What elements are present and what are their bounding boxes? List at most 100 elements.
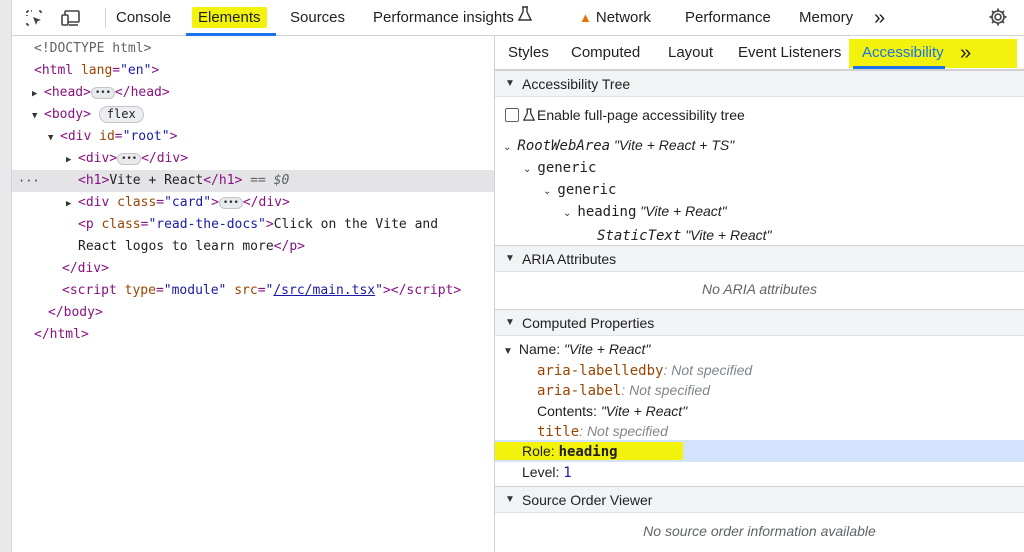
ax-role-heading: heading (577, 204, 637, 220)
more-sidebar-tabs-button[interactable]: » (960, 36, 971, 70)
settings-gear-icon[interactable] (988, 7, 1008, 27)
root-id-value: "root" (122, 129, 170, 144)
prop-contents-key: Contents (537, 403, 594, 419)
accessibility-tree-header[interactable]: ▼ Accessibility Tree (495, 70, 1024, 97)
role-row-selected[interactable]: Role: heading (495, 440, 1024, 462)
tab-accessibility[interactable]: Accessibility (862, 36, 944, 70)
tree-collapse-icon[interactable]: ⌄ (563, 208, 571, 219)
prop-aria-label-key: aria-label (537, 383, 622, 399)
dom-inner-div-node[interactable]: ▶ <div> ••• </div> (66, 148, 188, 170)
expand-triangle-icon[interactable]: ▶ (66, 193, 78, 215)
accessibility-tree-title: Accessibility Tree (522, 76, 631, 92)
tab-event-listeners[interactable]: Event Listeners (738, 36, 841, 70)
prop-title-value: Not specified (586, 423, 668, 439)
dom-h1-node-selected[interactable]: ··· <h1>Vite + React</h1> == $0 (12, 170, 494, 192)
prop-title-key: title (537, 424, 580, 440)
prop-aria-labelledby-key: aria-labelledby (537, 363, 664, 379)
p-text-line1: Click on the Vite and (273, 217, 439, 232)
ax-role-rootwebarea: RootWebArea (517, 138, 611, 154)
warning-icon: ▲ (579, 10, 592, 25)
dom-body-node[interactable]: ▼ <body> flex (32, 104, 144, 126)
selected-node-marker: == $0 (250, 173, 290, 188)
script-type-attr: type (124, 283, 156, 298)
collapsed-ellipsis-icon[interactable]: ••• (117, 152, 142, 165)
aria-attributes-title: ARIA Attributes (522, 251, 617, 267)
dom-html-close[interactable]: </html> (34, 324, 89, 346)
more-actions-dots-icon[interactable]: ··· (18, 170, 40, 192)
tab-performance-insights-label: Performance insights (373, 9, 514, 26)
device-toolbar-icon[interactable] (60, 8, 80, 28)
tab-performance[interactable]: Performance (685, 0, 771, 36)
section-collapse-icon: ▼ (505, 253, 515, 264)
tree-collapse-icon[interactable]: ▼ (503, 346, 513, 357)
no-aria-attributes-text: No ARIA attributes (702, 281, 817, 297)
root-id-attr: id (99, 129, 115, 144)
inspect-element-icon[interactable] (24, 8, 44, 28)
aria-attributes-header[interactable]: ▼ ARIA Attributes (495, 245, 1024, 272)
computed-properties-title: Computed Properties (522, 315, 655, 331)
computed-name-row[interactable]: ▼ Name: "Vite + React" (503, 338, 650, 360)
head-close-tag: head (130, 85, 162, 100)
prop-contents: Contents: "Vite + React" (537, 403, 688, 419)
tab-network[interactable]: ▲ Network (579, 0, 651, 36)
tab-elements[interactable]: Elements (192, 0, 267, 36)
prop-title: title: Not specified (537, 423, 668, 440)
tree-collapse-icon[interactable]: ⌄ (503, 142, 511, 153)
tab-network-label: Network (595, 9, 651, 26)
head-open-tag: head (51, 85, 84, 100)
tab-computed[interactable]: Computed (571, 36, 640, 70)
ax-name-statictext: "Vite + React" (685, 227, 772, 243)
expand-triangle-icon[interactable]: ▶ (32, 83, 44, 105)
dom-tree-panel: <!DOCTYPE html> <html lang="en"> ▶ <head>… (12, 36, 494, 552)
sidebar-panel: Styles Computed Layout Event Listeners A… (495, 36, 1024, 552)
tree-collapse-icon[interactable]: ⌄ (543, 186, 551, 197)
collapse-triangle-icon[interactable]: ▼ (48, 127, 60, 149)
section-collapse-icon: ▼ (505, 317, 515, 328)
prop-aria-label-value: Not specified (629, 382, 711, 398)
source-order-viewer-title: Source Order Viewer (522, 492, 653, 508)
ax-node-generic-1[interactable]: ⌄ generic (523, 156, 596, 178)
ax-node-heading[interactable]: ⌄ heading "Vite + React" (563, 200, 727, 222)
ax-name-rootwebarea: "Vite + React + TS" (614, 137, 735, 153)
tab-performance-insights[interactable]: Performance insights (373, 0, 533, 36)
doctype-text: <!DOCTYPE html> (34, 41, 152, 56)
ax-name-heading: "Vite + React" (640, 203, 727, 219)
dom-doctype[interactable]: <!DOCTYPE html> (34, 38, 151, 60)
flex-badge[interactable]: flex (98, 106, 144, 123)
h1-close-tag: h1 (218, 173, 235, 188)
collapsed-ellipsis-icon[interactable]: ••• (218, 196, 243, 209)
script-src-link[interactable]: /src/main.tsx (273, 283, 375, 298)
dom-root-div-close[interactable]: </div> (62, 258, 109, 280)
dom-p-node-cont[interactable]: React logos to learn more</p> (78, 236, 305, 258)
dom-html-node[interactable]: <html lang="en"> (34, 60, 159, 82)
enable-full-page-checkbox[interactable] (505, 108, 519, 122)
dom-p-node[interactable]: <p class="read-the-docs">Click on the Vi… (78, 214, 438, 236)
expand-triangle-icon[interactable]: ▶ (66, 149, 78, 171)
enable-full-page-tree-row[interactable]: Enable full-page accessibility tree (505, 104, 745, 126)
level-label: Level: (522, 464, 560, 480)
level-row: Level: 1 (522, 461, 572, 483)
dom-body-close[interactable]: </body> (48, 302, 103, 324)
ax-node-generic-2[interactable]: ⌄ generic (543, 178, 616, 200)
dom-head-node[interactable]: ▶ <head> ••• </head> (32, 82, 170, 104)
tab-memory[interactable]: Memory (799, 0, 853, 36)
tab-styles[interactable]: Styles (508, 36, 549, 70)
collapsed-ellipsis-icon[interactable]: ••• (90, 86, 115, 99)
tab-layout[interactable]: Layout (668, 36, 713, 70)
source-order-viewer-header[interactable]: ▼ Source Order Viewer (495, 486, 1024, 513)
dom-script-node[interactable]: <script type="module" src="/src/main.tsx… (62, 280, 461, 302)
dom-card-div-node[interactable]: ▶ <div class="card"> ••• </div> (66, 192, 290, 214)
dom-root-div-node[interactable]: ▼ <div id="root"> (48, 126, 177, 148)
more-tabs-button[interactable]: » (874, 0, 885, 36)
computed-properties-header[interactable]: ▼ Computed Properties (495, 309, 1024, 336)
tree-collapse-icon[interactable]: ⌄ (523, 164, 531, 175)
role-row-content: Role: heading (522, 440, 618, 462)
ax-node-statictext[interactable]: StaticText "Vite + React" (597, 224, 772, 246)
tab-console[interactable]: Console (116, 0, 171, 36)
level-value: 1 (563, 465, 572, 481)
collapse-triangle-icon[interactable]: ▼ (32, 105, 44, 127)
ax-node-rootwebarea[interactable]: ⌄ RootWebArea "Vite + React + TS" (503, 134, 734, 156)
tab-sources[interactable]: Sources (290, 0, 345, 36)
prop-aria-labelledby-value: Not specified (671, 362, 753, 378)
h1-open-tag: h1 (85, 173, 102, 188)
